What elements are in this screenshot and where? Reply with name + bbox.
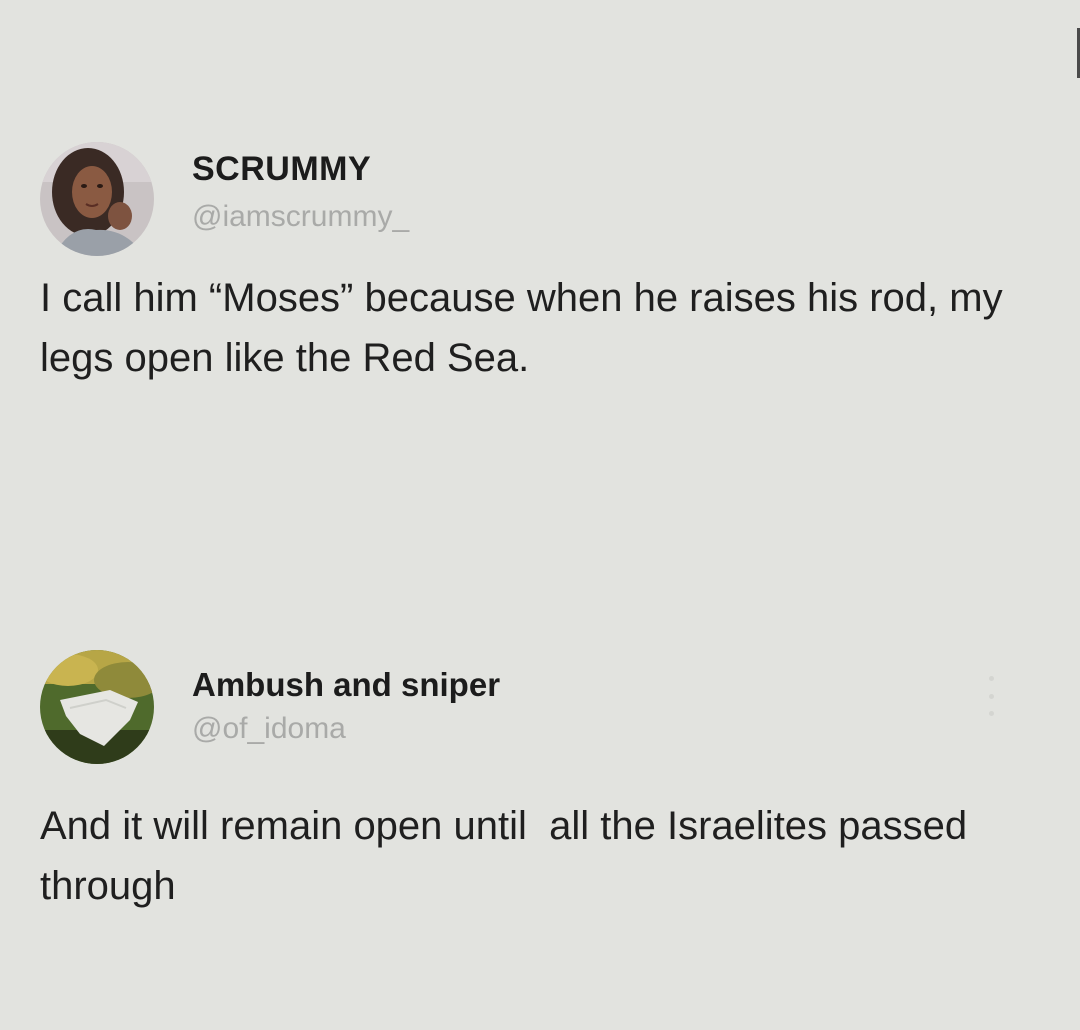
post-text: And it will remain open until all the Is… <box>40 804 979 908</box>
display-name[interactable]: Ambush and sniper <box>192 666 500 704</box>
display-name[interactable]: SCRUMMY <box>192 150 371 189</box>
menu-dot <box>988 711 994 716</box>
avatar[interactable] <box>40 650 154 764</box>
user-handle[interactable]: @iamscrummy_ <box>192 200 409 234</box>
profile-photo-woman-icon <box>40 142 154 256</box>
post-text: I call him “Moses” because when he raise… <box>40 276 1014 380</box>
menu-dot <box>988 693 994 699</box>
menu-dot <box>988 676 994 681</box>
profile-photo-landscape-icon <box>40 650 154 764</box>
user-handle[interactable]: @of_idoma <box>192 712 346 746</box>
avatar[interactable] <box>40 142 154 256</box>
vertical-ellipsis-icon[interactable] <box>984 676 998 716</box>
